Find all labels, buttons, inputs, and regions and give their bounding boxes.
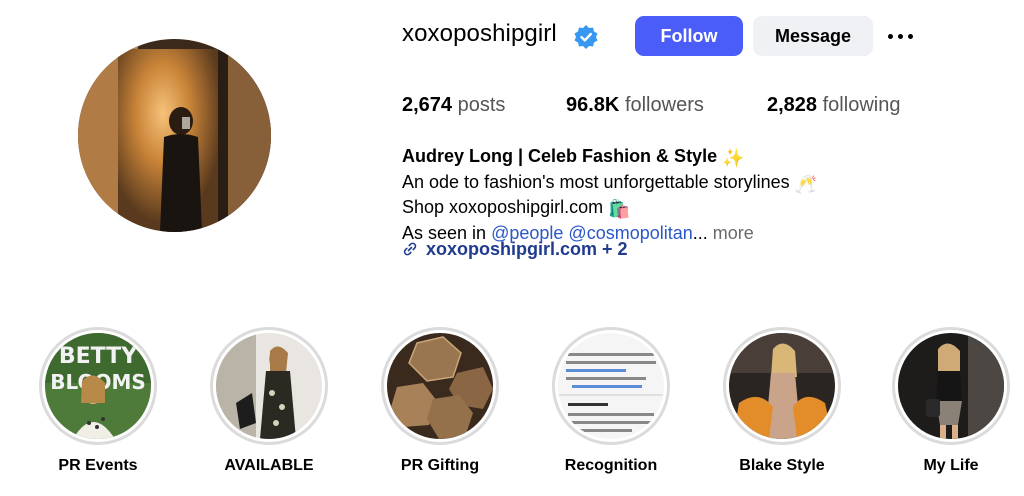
profile-bio: Audrey Long | Celeb Fashion & Style ✨ An… [402,145,817,245]
follow-button[interactable]: Follow [635,16,743,56]
highlight-ring[interactable]: BETTY BLOOMS [39,327,157,445]
highlight-cover-image [216,333,322,439]
highlight-label: My Life [923,457,979,474]
shopping-bag-emoji: 🛍️ [608,199,631,219]
highlight-ring[interactable] [723,327,841,445]
highlight-cover-image: BETTY BLOOMS [45,333,151,439]
highlight-cover-image [729,333,835,439]
posts-count: 2,674 [402,94,453,116]
stat-posts: 2,674 posts [402,94,505,117]
bio-line-1: An ode to fashion's most unforgettable s… [402,171,790,192]
stat-followers[interactable]: 96.8K followers [566,94,704,117]
bio-line-2: Shop xoxoposhipgirl.com [402,197,604,217]
posts-label: posts [457,94,506,116]
bio-more-link[interactable]: more [713,223,754,243]
followers-label: followers [624,94,704,116]
highlight-ring[interactable] [210,327,328,445]
external-link[interactable]: xoxoposhipgirl.com + 2 [402,237,628,261]
following-count: 2,828 [767,94,818,116]
dot [908,33,913,39]
bio-ellipsis: ... [692,222,708,243]
profile-avatar[interactable] [78,39,271,232]
profile-username: xoxoposhipgirl [402,20,557,47]
highlight-label: AVAILABLE [224,457,314,474]
highlight-recognition[interactable]: Recognition [552,327,670,475]
highlight-my-life[interactable]: My Life [892,327,1010,475]
highlight-pr-gifting[interactable]: PR Gifting [381,327,499,475]
champagne-emoji: 🥂 [794,173,818,194]
highlight-cover-image [898,333,1004,439]
dot [888,33,893,39]
highlight-cover-image [558,333,664,439]
highlight-label: Recognition [564,457,658,474]
followers-count: 96.8K [566,94,620,116]
highlight-label: Blake Style [739,457,825,474]
highlight-blake-style[interactable]: Blake Style [723,327,841,475]
following-label: following [822,94,901,116]
stat-following[interactable]: 2,828 following [767,94,900,117]
highlight-pr-events[interactable]: BETTY BLOOMS PR Events [39,327,157,475]
link-text[interactable]: xoxoposhipgirl.com + 2 [426,239,628,260]
bio-name: Audrey Long | Celeb Fashion & Style [402,146,718,166]
avatar-image [78,39,271,232]
highlight-ring[interactable] [552,327,670,445]
verified-badge-icon [574,25,598,49]
highlight-label: PR Events [58,457,138,474]
more-options-icon[interactable] [888,26,920,46]
link-icon [403,242,417,256]
message-button[interactable]: Message [753,16,873,56]
highlight-label: PR Gifting [400,457,480,474]
dot [898,33,903,39]
highlight-ring[interactable] [381,327,499,445]
highlight-ring[interactable] [892,327,1010,445]
sparkles-emoji: ✨ [722,148,745,168]
svg-text:BETTY: BETTY [59,344,138,369]
highlight-cover-image [387,333,493,439]
highlight-available[interactable]: AVAILABLE [210,327,328,475]
